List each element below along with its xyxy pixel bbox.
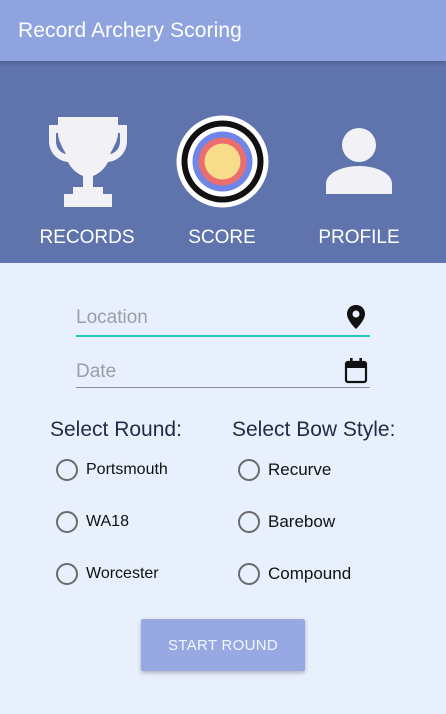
map-pin-icon xyxy=(347,305,365,329)
bow-option-label: Compound xyxy=(268,564,352,583)
radio-button[interactable] xyxy=(56,563,78,585)
radio-button[interactable] xyxy=(238,511,260,533)
location-input[interactable] xyxy=(76,303,336,333)
trophy-icon xyxy=(49,117,127,207)
round-option-worcester[interactable]: Worcester xyxy=(56,559,159,589)
bow-option-label: Barebow xyxy=(268,512,336,531)
location-field[interactable] xyxy=(76,303,370,337)
location-underline xyxy=(76,335,370,337)
date-input[interactable] xyxy=(76,357,336,387)
date-field[interactable] xyxy=(76,357,370,391)
bow-option-recurve[interactable]: Recurve xyxy=(238,455,331,485)
round-option-wa18[interactable]: WA18 xyxy=(56,507,129,537)
calendar-icon[interactable] xyxy=(344,358,368,384)
select-bow-style-heading: Select Bow Style: xyxy=(232,418,396,441)
nav-score-label: SCORE xyxy=(188,227,256,248)
round-option-label: WA18 xyxy=(86,513,129,530)
nav-records-label: RECORDS xyxy=(39,227,135,248)
radio-button[interactable] xyxy=(238,563,260,585)
round-form: Select Round: Select Bow Style: Portsmou… xyxy=(0,263,446,714)
nav-profile[interactable]: PROFILE xyxy=(285,61,433,263)
round-option-label: Worcester xyxy=(86,565,159,582)
nav-profile-label: PROFILE xyxy=(318,227,400,248)
bow-option-barebow[interactable]: Barebow xyxy=(238,507,335,537)
bow-option-compound[interactable]: Compound xyxy=(238,559,351,589)
radio-button[interactable] xyxy=(56,511,78,533)
nav-records[interactable]: RECORDS xyxy=(13,61,161,263)
select-round-heading: Select Round: xyxy=(50,418,182,441)
app-bar: Record Archery Scoring xyxy=(0,0,446,61)
round-option-portsmouth[interactable]: Portsmouth xyxy=(56,455,168,485)
bow-option-label: Recurve xyxy=(268,460,332,479)
nav-score[interactable]: SCORE xyxy=(148,61,296,263)
target-icon xyxy=(176,115,269,208)
round-option-label: Portsmouth xyxy=(86,461,168,478)
app-title: Record Archery Scoring xyxy=(18,19,242,42)
date-underline xyxy=(76,387,370,388)
start-round-button[interactable]: START ROUND xyxy=(141,619,305,671)
person-icon xyxy=(326,128,392,194)
nav-panel: RECORDS SCORE PROFILE xyxy=(0,61,446,263)
radio-button[interactable] xyxy=(56,459,78,481)
radio-button[interactable] xyxy=(238,459,260,481)
